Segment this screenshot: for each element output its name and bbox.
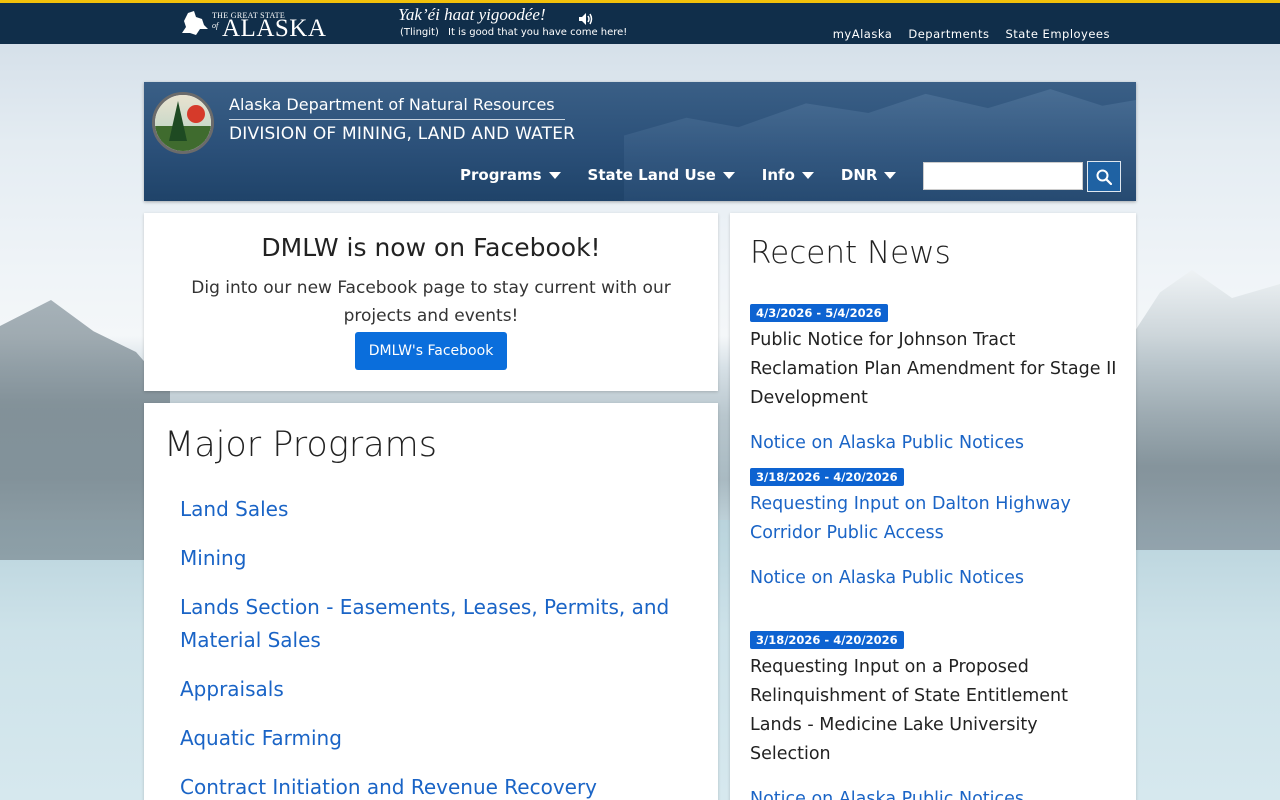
major-programs-card: Major Programs Land Sales Mining Lands S…	[144, 403, 718, 800]
program-link-lands-section[interactable]: Lands Section - Easements, Leases, Permi…	[180, 591, 670, 657]
program-link-appraisals[interactable]: Appraisals	[180, 673, 670, 706]
departments-link[interactable]: Departments	[908, 27, 989, 41]
division-name[interactable]: DIVISION OF MINING, LAND AND WATER	[229, 124, 575, 144]
caret-down-icon	[884, 171, 897, 179]
recent-news-title: Recent News	[750, 235, 951, 271]
greeting-translation: It is good that you have come here!	[448, 27, 628, 38]
logo-of-text: of	[212, 21, 219, 30]
recent-news-card: Recent News 4/3/2026 - 5/4/2026 Public N…	[730, 213, 1136, 800]
caret-down-icon	[722, 171, 735, 179]
alaska-state-logo[interactable]: THE GREAT STATE of ALASKA	[178, 7, 326, 42]
search-button[interactable]	[1087, 161, 1121, 192]
nav-programs-label: Programs	[460, 166, 542, 184]
facebook-button[interactable]: DMLW's Facebook	[354, 332, 508, 370]
greeting-language: (Tlingit)	[400, 27, 439, 38]
program-link-land-sales[interactable]: Land Sales	[180, 493, 670, 526]
nav-info[interactable]: Info	[762, 166, 814, 184]
news-item: 3/18/2026 - 4/20/2026 Requesting Input o…	[750, 466, 1120, 593]
program-link-mining[interactable]: Mining	[180, 542, 670, 575]
major-programs-title: Major Programs	[164, 425, 437, 465]
dnr-seal-logo[interactable]	[152, 92, 214, 154]
program-list: Land Sales Mining Lands Section - Easeme…	[180, 493, 670, 800]
state-top-bar: THE GREAT STATE of ALASKA Yak’éi haat yi…	[0, 0, 1280, 44]
nav-dnr[interactable]: DNR	[841, 166, 897, 184]
search-input[interactable]	[923, 162, 1083, 190]
program-link-contract-initiation[interactable]: Contract Initiation and Revenue Recovery	[180, 771, 670, 800]
program-link-aquatic-farming[interactable]: Aquatic Farming	[180, 722, 670, 755]
nav-state-land-use[interactable]: State Land Use	[588, 166, 735, 184]
state-top-links: myAlaska Departments State Employees	[833, 27, 1110, 41]
news-headline-link[interactable]: Requesting Input on Dalton Highway Corri…	[750, 490, 1120, 548]
speaker-icon[interactable]	[578, 12, 594, 26]
state-employees-link[interactable]: State Employees	[1005, 27, 1110, 41]
nav-info-label: Info	[761, 166, 795, 184]
division-header: Alaska Department of Natural Resources D…	[144, 82, 1136, 201]
news-item: 3/18/2026 - 4/20/2026 Requesting Input o…	[750, 629, 1120, 800]
tlingit-greeting: Yak’éi haat yigoodée!	[398, 5, 546, 24]
department-name[interactable]: Alaska Department of Natural Resources	[229, 95, 555, 114]
news-notice-link[interactable]: Notice on Alaska Public Notices	[750, 785, 1120, 800]
logo-alaska-text: ALASKA	[222, 15, 327, 42]
news-date-badge: 3/18/2026 - 4/20/2026	[750, 468, 904, 486]
facebook-card-title: DMLW is now on Facebook!	[261, 233, 601, 262]
caret-down-icon	[548, 171, 561, 179]
news-notice-link[interactable]: Notice on Alaska Public Notices	[750, 564, 1120, 593]
news-date-badge: 3/18/2026 - 4/20/2026	[750, 631, 904, 649]
header-divider	[229, 119, 565, 120]
news-item: 4/3/2026 - 5/4/2026 Public Notice for Jo…	[750, 302, 1120, 458]
news-headline: Requesting Input on a Proposed Relinquis…	[750, 657, 1068, 764]
news-date-badge: 4/3/2026 - 5/4/2026	[750, 304, 888, 322]
alaska-map-icon	[182, 11, 208, 35]
facebook-announcement-card: DMLW is now on Facebook! Dig into our ne…	[144, 213, 718, 391]
search-icon	[1096, 169, 1112, 185]
news-headline: Public Notice for Johnson Tract Reclamat…	[750, 330, 1117, 408]
nav-programs[interactable]: Programs	[460, 166, 561, 184]
background-mountain-right	[1120, 270, 1280, 550]
main-navigation: Programs State Land Use Info DNR	[460, 166, 923, 184]
facebook-card-text: Dig into our new Facebook page to stay c…	[191, 278, 671, 326]
myalaska-link[interactable]: myAlaska	[833, 27, 893, 41]
nav-state-land-use-label: State Land Use	[587, 166, 716, 184]
news-notice-link[interactable]: Notice on Alaska Public Notices	[750, 429, 1120, 458]
caret-down-icon	[801, 171, 814, 179]
nav-dnr-label: DNR	[840, 166, 878, 184]
